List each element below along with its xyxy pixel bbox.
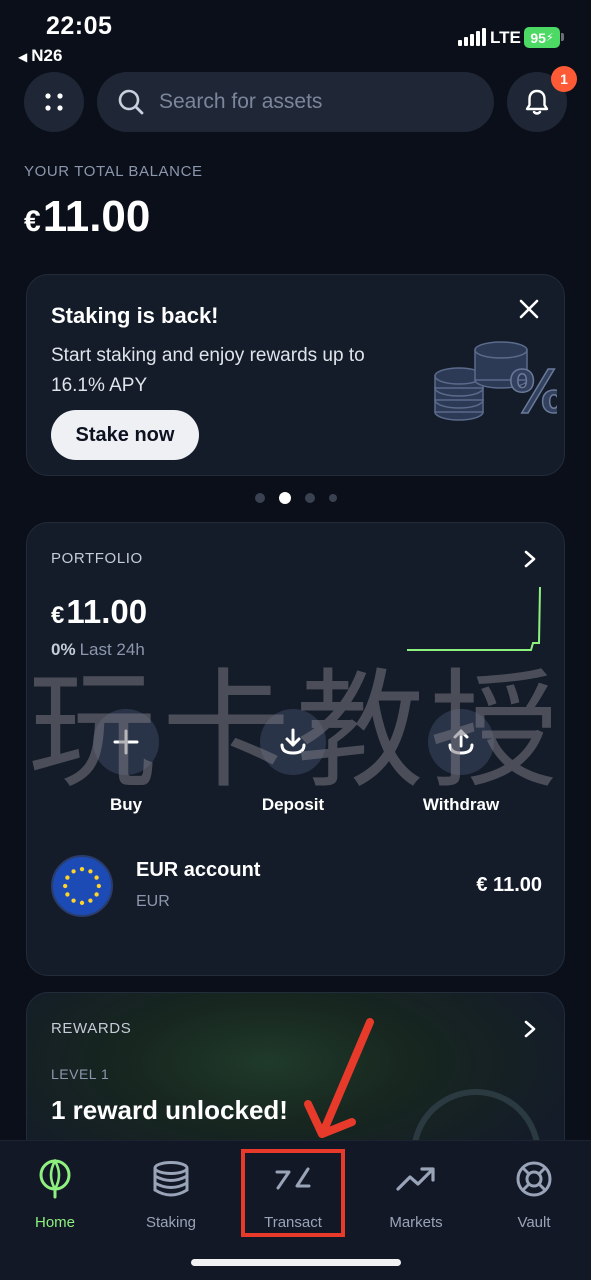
grid-dots-icon (45, 93, 63, 111)
close-icon[interactable] (517, 297, 541, 321)
status-time: 22:05 (46, 12, 113, 40)
home-icon (35, 1159, 75, 1199)
eu-flag-icon (51, 855, 113, 917)
network-label: LTE (490, 28, 521, 47)
notification-badge: 1 (551, 66, 577, 92)
carousel-dot-active[interactable] (278, 492, 291, 504)
search-input[interactable]: Search for assets (97, 72, 494, 132)
tab-markets-label: Markets (389, 1214, 443, 1231)
portfolio-sparkline (407, 586, 541, 651)
portfolio-currency: € (51, 602, 65, 629)
svg-text:%: % (509, 358, 557, 426)
withdraw-label: Withdraw (422, 795, 500, 814)
portfolio-card: PORTFOLIO €11.00 0% Last 24h Buy Deposit… (26, 522, 565, 976)
carousel-dot[interactable] (304, 493, 315, 503)
back-app-label: N26 (31, 46, 63, 65)
stake-now-button[interactable]: Stake now (51, 410, 199, 460)
signal-icon (458, 28, 486, 46)
carousel-indicator (0, 492, 591, 504)
trend-up-icon (396, 1159, 436, 1199)
eur-account-row[interactable]: EUR account EUR € 11.00 (51, 855, 542, 919)
deposit-button[interactable]: Deposit (238, 709, 348, 815)
plus-icon (113, 729, 139, 755)
battery-icon: 95 ⚡ (524, 27, 560, 48)
home-indicator[interactable] (191, 1259, 401, 1266)
upload-icon (448, 729, 474, 755)
chevron-right-icon[interactable] (523, 1019, 537, 1039)
buy-button-circle[interactable] (93, 709, 159, 775)
annotation-arrow-icon (304, 1018, 374, 1138)
balance-amount: 11.00 (42, 192, 151, 241)
portfolio-amount: 11.00 (66, 593, 148, 630)
tab-markets[interactable]: Markets (366, 1159, 466, 1231)
battery-tip (561, 33, 564, 41)
portfolio-value: €11.00 (51, 593, 147, 631)
portfolio-label: PORTFOLIO (51, 550, 143, 567)
buy-label: Buy (109, 795, 143, 814)
promo-title: Staking is back! (51, 303, 219, 328)
total-balance-label: YOUR TOTAL BALANCE (24, 163, 203, 180)
back-triangle-icon: ◀ (18, 50, 28, 64)
tab-staking-label: Staking (145, 1214, 197, 1231)
charging-bolt-icon: ⚡ (545, 32, 554, 44)
account-value: € 11.00 (476, 874, 542, 896)
deposit-button-circle[interactable] (260, 709, 326, 775)
tab-vault[interactable]: Vault (484, 1159, 584, 1231)
reward-title: 1 reward unlocked! (51, 1095, 288, 1125)
withdraw-button-circle[interactable] (428, 709, 494, 775)
bell-icon (525, 89, 549, 115)
tab-home-label: Home (34, 1214, 75, 1231)
download-icon (280, 728, 306, 755)
buy-button[interactable]: Buy (71, 709, 181, 815)
balance-currency: € (24, 205, 41, 238)
portfolio-change-pct: 0% (51, 640, 76, 659)
carousel-dot[interactable] (254, 493, 265, 503)
account-currency-code: EUR (136, 893, 170, 910)
carousel-dot[interactable] (328, 494, 337, 502)
search-icon (118, 89, 144, 115)
portfolio-change: 0% Last 24h (51, 640, 145, 660)
coins-stack-icon (151, 1159, 191, 1199)
menu-button[interactable] (24, 72, 84, 132)
battery-level: 95 (530, 29, 546, 46)
portfolio-actions: Buy Deposit Withdraw (27, 709, 564, 819)
portfolio-change-period: Last 24h (79, 640, 145, 659)
tab-home[interactable]: Home (5, 1159, 105, 1231)
rewards-label: REWARDS (51, 1020, 132, 1037)
total-balance-value: €11.00 (24, 192, 150, 242)
annotation-highlight-box (241, 1149, 345, 1237)
top-bar: Search for assets (0, 72, 591, 132)
chevron-right-icon[interactable] (523, 549, 537, 569)
coins-percent-illustration: % (434, 341, 557, 427)
tab-vault-label: Vault (517, 1214, 551, 1231)
withdraw-button[interactable]: Withdraw (406, 709, 516, 815)
reward-level: LEVEL 1 (51, 1066, 110, 1082)
vault-icon (514, 1159, 554, 1199)
back-to-app-link[interactable]: ◀ N26 (18, 46, 62, 66)
tab-staking[interactable]: Staking (121, 1159, 221, 1231)
staking-promo-card[interactable]: Staking is back! Start staking and enjoy… (26, 274, 565, 476)
account-name: EUR account (136, 859, 261, 881)
deposit-label: Deposit (261, 795, 325, 814)
promo-description: Start staking and enjoy rewards up to 16… (51, 345, 365, 396)
status-bar: 22:05 ◀ N26 LTE 95 ⚡ (0, 0, 591, 70)
search-placeholder: Search for assets (159, 90, 323, 113)
